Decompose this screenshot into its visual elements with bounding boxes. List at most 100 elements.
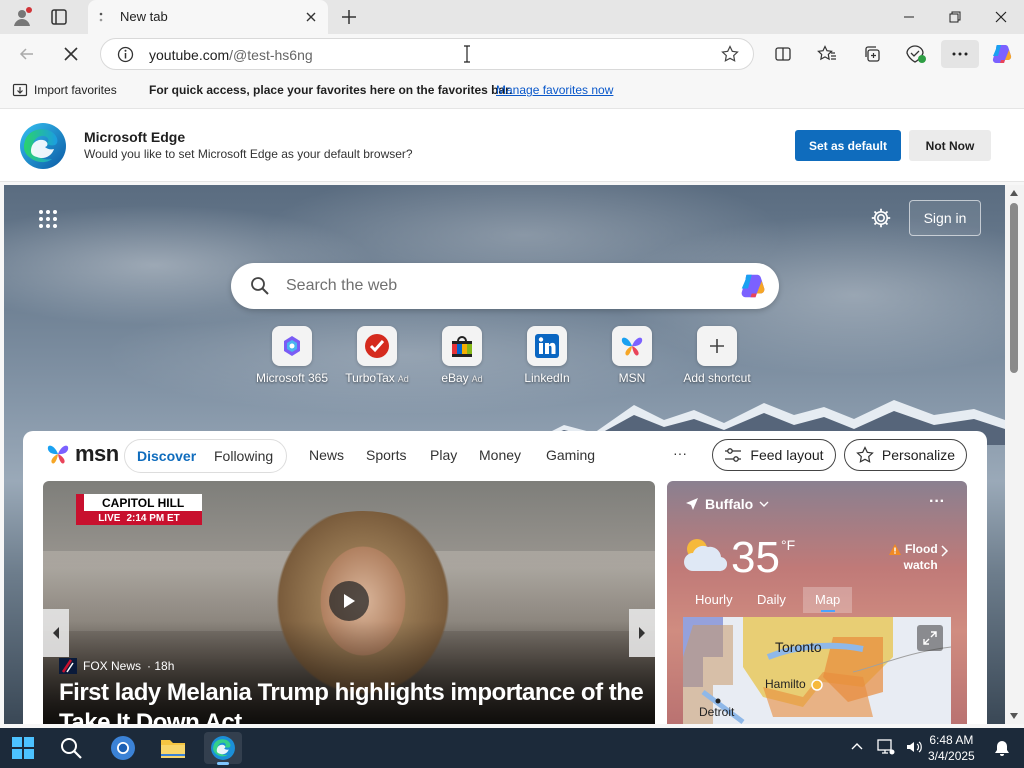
hero-source-name: FOX News [83, 659, 142, 673]
tab-following[interactable]: Following [214, 448, 273, 464]
tab-actions-icon[interactable] [50, 8, 68, 26]
notifications-bell-icon[interactable] [994, 739, 1010, 757]
chevron-right-icon [639, 627, 645, 639]
msn-butterfly-icon [612, 326, 652, 366]
copilot-icon[interactable] [987, 40, 1017, 68]
play-video-button[interactable] [329, 581, 369, 621]
profile-icon[interactable] [11, 6, 33, 28]
personalize-button[interactable]: Personalize [844, 439, 967, 471]
copilot-search-icon[interactable] [738, 271, 768, 301]
settings-more-button[interactable] [941, 40, 979, 68]
collections-icon[interactable] [857, 40, 887, 68]
shortcut-add[interactable]: Add shortcut [672, 326, 762, 385]
weather-tab-hourly[interactable]: Hourly [695, 592, 733, 607]
taskbar-file-explorer-app[interactable] [154, 732, 192, 764]
browser-essentials-icon[interactable] [901, 40, 931, 68]
split-screen-icon[interactable] [768, 40, 798, 68]
loading-icon [98, 11, 110, 23]
chevron-down-icon [759, 501, 769, 507]
nav-sports[interactable]: Sports [366, 447, 406, 463]
msn-feed: msn Discover Following News Sports Play … [23, 431, 987, 724]
live-label: LIVE [98, 512, 121, 524]
carousel-next-button[interactable] [629, 609, 655, 657]
close-tab-button[interactable] [302, 8, 320, 26]
search-icon [250, 276, 270, 296]
shortcut-label: Microsoft 365 [255, 371, 329, 385]
new-tab-page: Sign in Search the web Microsoft 365 Tur… [4, 185, 1005, 724]
favorites-icon[interactable] [812, 40, 842, 68]
nav-play[interactable]: Play [430, 447, 457, 463]
restore-button[interactable] [932, 0, 978, 34]
hero-source: FOX News · 18h [59, 658, 174, 674]
nav-money[interactable]: Money [479, 447, 521, 463]
site-info-icon[interactable] [117, 46, 134, 63]
new-tab-button[interactable] [339, 7, 359, 27]
minimize-button[interactable] [886, 0, 932, 34]
shortcut-linkedin[interactable]: LinkedIn [502, 326, 592, 385]
close-window-button[interactable] [978, 0, 1024, 34]
scroll-down-arrow-icon[interactable] [1009, 712, 1019, 720]
import-favorites-button[interactable]: Import favorites [12, 82, 117, 98]
play-icon [344, 594, 355, 608]
taskbar-chrome-app[interactable] [104, 732, 142, 764]
shortcut-microsoft-365[interactable]: Microsoft 365 [247, 326, 337, 385]
nav-news[interactable]: News [309, 447, 344, 463]
map-label-city: Detroit [699, 705, 735, 719]
set-as-default-button[interactable]: Set as default [795, 130, 901, 161]
msn-wordmark: msn [75, 441, 119, 466]
weather-map[interactable]: Toronto Hamilto Detroit [683, 617, 951, 724]
favorites-bar: Import favorites For quick access, place… [0, 74, 1024, 106]
nav-gaming[interactable]: Gaming [546, 447, 595, 463]
edge-logo-icon [18, 121, 68, 171]
scroll-thumb[interactable] [1010, 203, 1018, 373]
sliders-icon [725, 448, 742, 462]
nav-more-button[interactable]: ··· [673, 445, 687, 461]
url-text[interactable]: youtube.com/@test-hs6ng [149, 47, 313, 63]
stop-loading-button[interactable] [56, 40, 86, 68]
shortcut-turbotax[interactable]: TurboTax Ad [332, 326, 422, 385]
shortcut-msn[interactable]: MSN [587, 326, 677, 385]
hero-age: · 18h [147, 659, 175, 673]
weather-location: Buffalo [705, 496, 754, 512]
manage-favorites-link[interactable]: Manage favorites now [496, 83, 613, 97]
expand-map-button[interactable] [917, 625, 943, 651]
apps-launcher-icon[interactable] [38, 209, 58, 229]
start-button[interactable] [4, 732, 42, 764]
address-bar[interactable]: youtube.com/@test-hs6ng [100, 38, 754, 70]
scroll-up-arrow-icon[interactable] [1009, 189, 1019, 197]
windows-logo-icon [12, 737, 34, 759]
page-settings-gear-icon[interactable] [870, 207, 892, 229]
sign-in-button[interactable]: Sign in [909, 200, 981, 236]
weather-location-selector[interactable]: Buffalo [685, 496, 769, 512]
expand-icon [923, 631, 937, 645]
carousel-previous-button[interactable] [43, 609, 69, 657]
weather-alert[interactable]: Flood watch [889, 541, 938, 573]
not-now-button[interactable]: Not Now [909, 130, 991, 161]
favorite-star-icon[interactable] [721, 45, 739, 63]
microsoft-365-icon [272, 326, 312, 366]
page-scrollbar[interactable] [1005, 185, 1024, 724]
url-path: /@test-hs6ng [229, 47, 313, 63]
alert-chevron-right-icon[interactable] [941, 545, 949, 557]
taskbar-clock[interactable]: 6:48 AM 3/4/2025 [928, 732, 975, 764]
weather-more-button[interactable]: ··· [929, 493, 945, 511]
shortcut-ebay[interactable]: eBay Ad [417, 326, 507, 385]
hero-headline[interactable]: First lady Melania Trump highlights impo… [59, 678, 649, 724]
msn-logo[interactable]: msn [45, 441, 119, 467]
hero-news-card[interactable]: CAPITOL HILL LIVE 2:14 PM ET FOX News · 1… [43, 481, 655, 724]
feed-layout-button[interactable]: Feed layout [712, 439, 836, 471]
tab-discover[interactable]: Discover [137, 448, 196, 464]
weather-card[interactable]: Buffalo ··· 35 °F Flood watch Hourly Dai… [667, 481, 967, 724]
active-app-indicator [217, 762, 229, 765]
taskbar-search-button[interactable] [52, 732, 90, 764]
taskbar-edge-app[interactable] [204, 732, 242, 765]
web-search-box[interactable]: Search the web [231, 263, 779, 309]
weather-tab-daily[interactable]: Daily [757, 592, 786, 607]
favorites-bar-message: For quick access, place your favorites h… [149, 83, 513, 97]
clock-time: 6:48 AM [929, 733, 974, 747]
tab-new-tab[interactable]: New tab [88, 0, 328, 35]
network-icon[interactable] [877, 739, 895, 755]
show-hidden-icons-button[interactable] [851, 742, 863, 750]
back-button[interactable] [12, 40, 42, 68]
volume-icon[interactable] [905, 739, 923, 755]
